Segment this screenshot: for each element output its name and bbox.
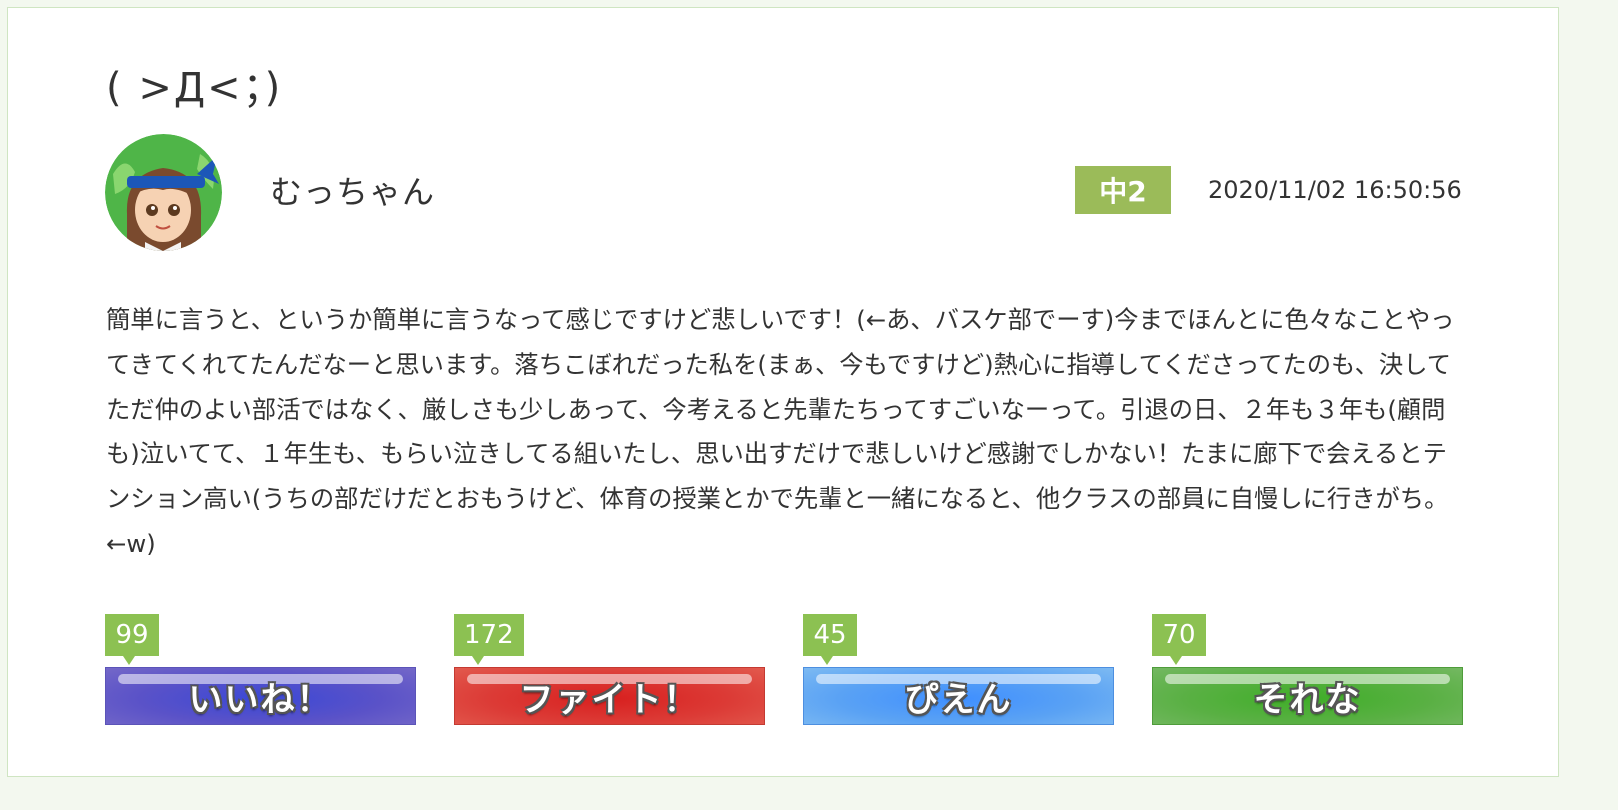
post-timestamp: 2020/11/02 16:50:56	[1208, 176, 1462, 204]
avatar-girl-headband-icon	[105, 134, 222, 251]
fight-button-label: ファイト！	[519, 679, 700, 720]
grade-badge: 中2	[1075, 166, 1171, 214]
username[interactable]: むっちゃん	[270, 172, 435, 212]
reaction-pien: 45 ぴえん	[803, 614, 1114, 726]
reaction-fight: 172 ファイト！	[454, 614, 765, 726]
reaction-like: 99 いいね！	[105, 614, 416, 726]
fight-count-badge: 172	[454, 614, 524, 665]
reaction-sorena: 70 それな	[1152, 614, 1463, 726]
like-button[interactable]: いいね！	[105, 667, 416, 725]
sorena-button[interactable]: それな	[1152, 667, 1463, 725]
sorena-button-label: それな	[1253, 679, 1362, 720]
pien-count-badge: 45	[803, 614, 857, 665]
pien-button-label: ぴえん	[904, 679, 1013, 720]
pien-button[interactable]: ぴえん	[803, 667, 1114, 725]
post-card: ( >Д<；) むっちゃん 中2 2020/11/02 16:50:56 簡単に…	[7, 7, 1559, 777]
fight-button[interactable]: ファイト！	[454, 667, 765, 725]
avatar[interactable]	[105, 134, 222, 251]
post-body: 簡単に言うと、というか簡単に言うなって感じですけど悲しいです！(←あ、バスケ部で…	[106, 305, 1455, 558]
post-title: ( >Д<；)	[106, 65, 283, 111]
like-count-badge: 99	[105, 614, 159, 665]
like-button-label: いいね！	[188, 679, 333, 720]
sorena-count-badge: 70	[1152, 614, 1206, 665]
